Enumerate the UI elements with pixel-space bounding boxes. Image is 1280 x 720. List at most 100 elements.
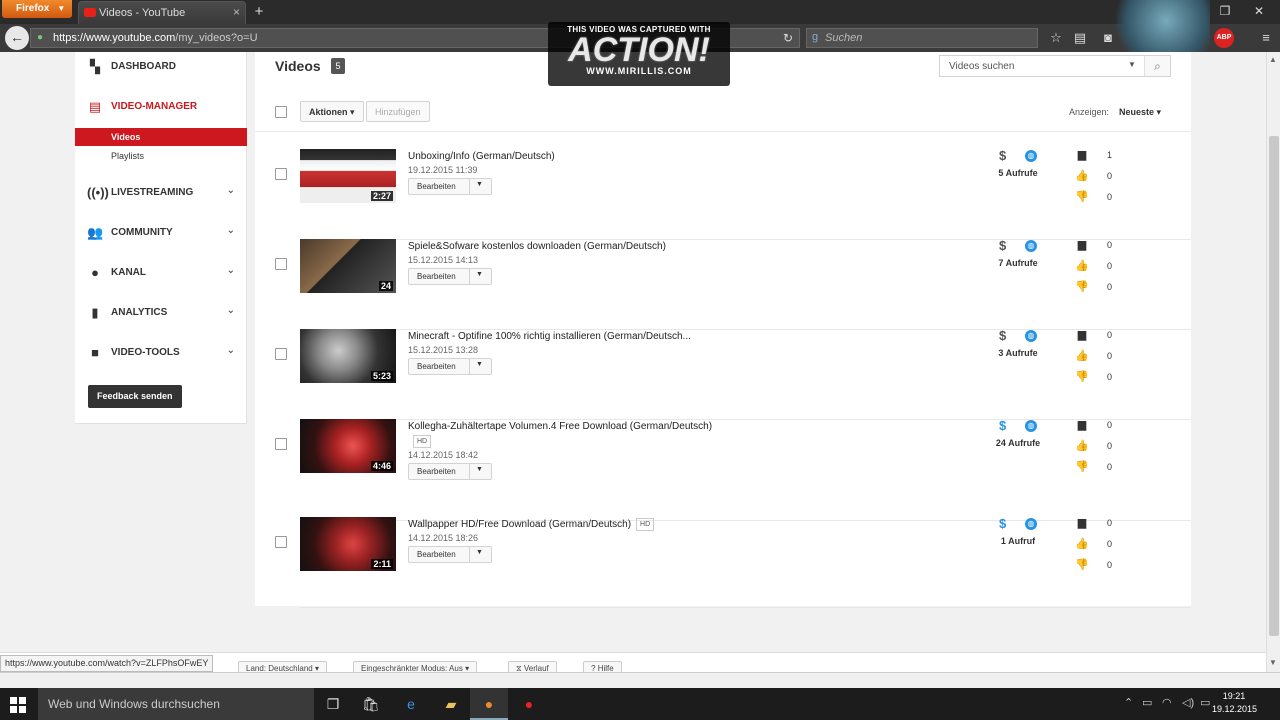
add-to-button[interactable]: Hinzufügen bbox=[366, 101, 430, 122]
volume-icon[interactable]: ◁) bbox=[1182, 696, 1194, 709]
thumbs-down-icon[interactable]: 👎 bbox=[1075, 370, 1089, 384]
thumbs-down-icon[interactable]: 👎 bbox=[1075, 280, 1089, 294]
caret-down-icon[interactable]: ▼ bbox=[476, 271, 483, 278]
thumbs-down-icon[interactable]: 👎 bbox=[1075, 558, 1089, 572]
video-checkbox[interactable] bbox=[275, 168, 287, 180]
restore-button[interactable]: ❐ bbox=[1210, 0, 1240, 22]
browser-search-input[interactable]: g Suchen bbox=[806, 28, 1038, 48]
video-title[interactable]: Kollegha-Zuhältertape Volumen.4 Free Dow… bbox=[408, 419, 728, 449]
thumbs-up-icon[interactable]: 👍 bbox=[1075, 537, 1089, 551]
video-thumbnail[interactable]: 5:23 bbox=[300, 329, 396, 383]
comment-icon[interactable]: ▆ bbox=[1075, 148, 1089, 162]
sidebar-item-community[interactable]: 👥 COMMUNITY ⌄ bbox=[75, 223, 247, 243]
firefox-menu-button[interactable]: Firefox ▼ bbox=[2, 0, 72, 18]
window-close-button[interactable]: ✕ bbox=[1244, 0, 1274, 22]
thumbs-up-icon[interactable]: 👍 bbox=[1075, 439, 1089, 453]
public-globe-icon[interactable]: ◍ bbox=[1025, 240, 1037, 252]
edit-button[interactable]: Bearbeiten ▼ bbox=[408, 463, 492, 480]
tray-chevron-up-icon[interactable]: ⌃ bbox=[1124, 696, 1133, 709]
horizontal-scrollbar[interactable] bbox=[0, 672, 1280, 688]
monetization-icon[interactable]: $ bbox=[999, 148, 1006, 163]
sort-dropdown[interactable]: Neueste ▾ bbox=[1119, 107, 1161, 118]
thumbs-up-icon[interactable]: 👍 bbox=[1075, 259, 1089, 273]
thumbs-down-icon[interactable]: 👎 bbox=[1075, 460, 1089, 474]
thumbs-up-icon[interactable]: 👍 bbox=[1075, 169, 1089, 183]
taskbar-search-input[interactable]: Web und Windows durchsuchen bbox=[38, 688, 314, 720]
notification-icon[interactable]: ▭ bbox=[1200, 696, 1210, 709]
windows-start-icon[interactable] bbox=[10, 697, 26, 713]
vertical-scrollbar[interactable]: ▲ ▼ bbox=[1266, 52, 1280, 672]
new-tab-button[interactable]: + bbox=[250, 3, 268, 21]
video-title[interactable]: Wallpapper HD/Free Download (German/Deut… bbox=[408, 517, 728, 532]
video-thumbnail[interactable]: 24 bbox=[300, 239, 396, 293]
bookmarks-list-icon[interactable]: ▤ bbox=[1070, 28, 1090, 48]
thumbs-up-icon[interactable]: 👍 bbox=[1075, 349, 1089, 363]
monetization-icon[interactable]: $ bbox=[999, 328, 1006, 343]
edit-button[interactable]: Bearbeiten ▼ bbox=[408, 178, 492, 195]
sidebar-item-kanal[interactable]: ● KANAL ⌄ bbox=[75, 263, 247, 283]
adblock-icon[interactable]: ABP bbox=[1214, 28, 1234, 48]
menu-icon[interactable]: ≡ bbox=[1256, 28, 1276, 48]
comment-icon[interactable]: ▆ bbox=[1075, 238, 1089, 252]
scroll-up-icon[interactable]: ▲ bbox=[1269, 55, 1277, 64]
sidebar-item-dashboard[interactable]: ▚ DASHBOARD bbox=[75, 57, 247, 77]
edit-button[interactable]: Bearbeiten ▼ bbox=[408, 268, 492, 285]
task-view-icon[interactable]: ❐ bbox=[314, 688, 352, 720]
video-title[interactable]: Spiele&Sofware kostenlos downloaden (Ger… bbox=[408, 239, 728, 254]
video-checkbox[interactable] bbox=[275, 536, 287, 548]
video-thumbnail[interactable]: 2:27 bbox=[300, 149, 396, 203]
sidebar-item-videos[interactable]: Videos bbox=[75, 128, 247, 146]
monetization-icon[interactable]: $ bbox=[999, 418, 1006, 433]
video-checkbox[interactable] bbox=[275, 438, 287, 450]
public-globe-icon[interactable]: ◍ bbox=[1025, 330, 1037, 342]
caret-down-icon[interactable]: ▼ bbox=[476, 361, 483, 368]
comment-icon[interactable]: ▆ bbox=[1075, 516, 1089, 530]
monetization-icon[interactable]: $ bbox=[999, 516, 1006, 531]
sidebar-item-playlists[interactable]: Playlists bbox=[75, 147, 247, 165]
video-thumbnail[interactable]: 4:46 bbox=[300, 419, 396, 473]
caret-down-icon[interactable]: ▼ bbox=[476, 466, 483, 473]
caret-down-icon[interactable]: ▼ bbox=[476, 549, 483, 556]
back-button[interactable]: ← bbox=[5, 26, 29, 50]
video-title[interactable]: Minecraft - Optifine 100% richtig instal… bbox=[408, 329, 728, 344]
scroll-thumb[interactable] bbox=[1269, 136, 1279, 636]
browser-tab[interactable]: Videos - YouTube × bbox=[78, 1, 246, 24]
public-globe-icon[interactable]: ◍ bbox=[1025, 150, 1037, 162]
file-explorer-icon[interactable]: ▰ bbox=[432, 688, 470, 720]
public-globe-icon[interactable]: ◍ bbox=[1025, 518, 1037, 530]
wifi-icon[interactable]: ◠ bbox=[1162, 696, 1172, 709]
video-duration: 2:11 bbox=[371, 559, 393, 569]
video-checkbox[interactable] bbox=[275, 348, 287, 360]
sidebar-item-livestreaming[interactable]: ((•)) LIVESTREAMING ⌄ bbox=[75, 183, 247, 203]
edge-icon[interactable]: e bbox=[392, 688, 430, 720]
comment-icon[interactable]: ▆ bbox=[1075, 328, 1089, 342]
comment-icon[interactable]: ▆ bbox=[1075, 418, 1089, 432]
thumbs-down-icon[interactable]: 👎 bbox=[1075, 190, 1089, 204]
actions-dropdown[interactable]: Aktionen ▾ bbox=[300, 101, 364, 122]
store-icon[interactable]: 🛍 bbox=[352, 688, 390, 720]
firefox-taskbar-icon[interactable]: ● bbox=[470, 688, 508, 720]
select-all-checkbox[interactable] bbox=[275, 106, 287, 118]
taskbar-clock[interactable]: 19:21 19.12.2015 bbox=[1212, 690, 1257, 716]
sidebar-item-video-tools[interactable]: ■ VIDEO-TOOLS ⌄ bbox=[75, 343, 247, 363]
battery-icon[interactable]: ▭ bbox=[1142, 696, 1152, 709]
video-thumbnail[interactable]: 2:11 bbox=[300, 517, 396, 571]
edit-button[interactable]: Bearbeiten ▼ bbox=[408, 358, 492, 375]
sidebar-item-video-manager[interactable]: ▤ VIDEO-MANAGER bbox=[75, 97, 247, 117]
reload-icon[interactable]: ↻ bbox=[783, 31, 793, 45]
action-recorder-icon[interactable]: ● bbox=[510, 688, 548, 720]
monetization-icon[interactable]: $ bbox=[999, 238, 1006, 253]
scroll-down-icon[interactable]: ▼ bbox=[1269, 658, 1277, 667]
public-globe-icon[interactable]: ◍ bbox=[1025, 420, 1037, 432]
edit-button[interactable]: Bearbeiten ▼ bbox=[408, 546, 492, 563]
feedback-button[interactable]: Feedback senden bbox=[88, 385, 182, 408]
close-tab-icon[interactable]: × bbox=[233, 5, 240, 19]
sidebar-item-analytics[interactable]: ▮ ANALYTICS ⌄ bbox=[75, 303, 247, 323]
video-checkbox[interactable] bbox=[275, 258, 287, 270]
search-icon[interactable]: ⌕ bbox=[1144, 56, 1170, 76]
bookmark-star-icon[interactable]: ☆ bbox=[1046, 28, 1066, 48]
caret-down-icon[interactable]: ▼ bbox=[476, 181, 483, 188]
video-search-input[interactable]: Videos suchen ▼ ⌕ bbox=[939, 55, 1171, 77]
caret-down-icon[interactable]: ▼ bbox=[1128, 60, 1136, 69]
video-title[interactable]: Unboxing/Info (German/Deutsch) bbox=[408, 149, 728, 164]
